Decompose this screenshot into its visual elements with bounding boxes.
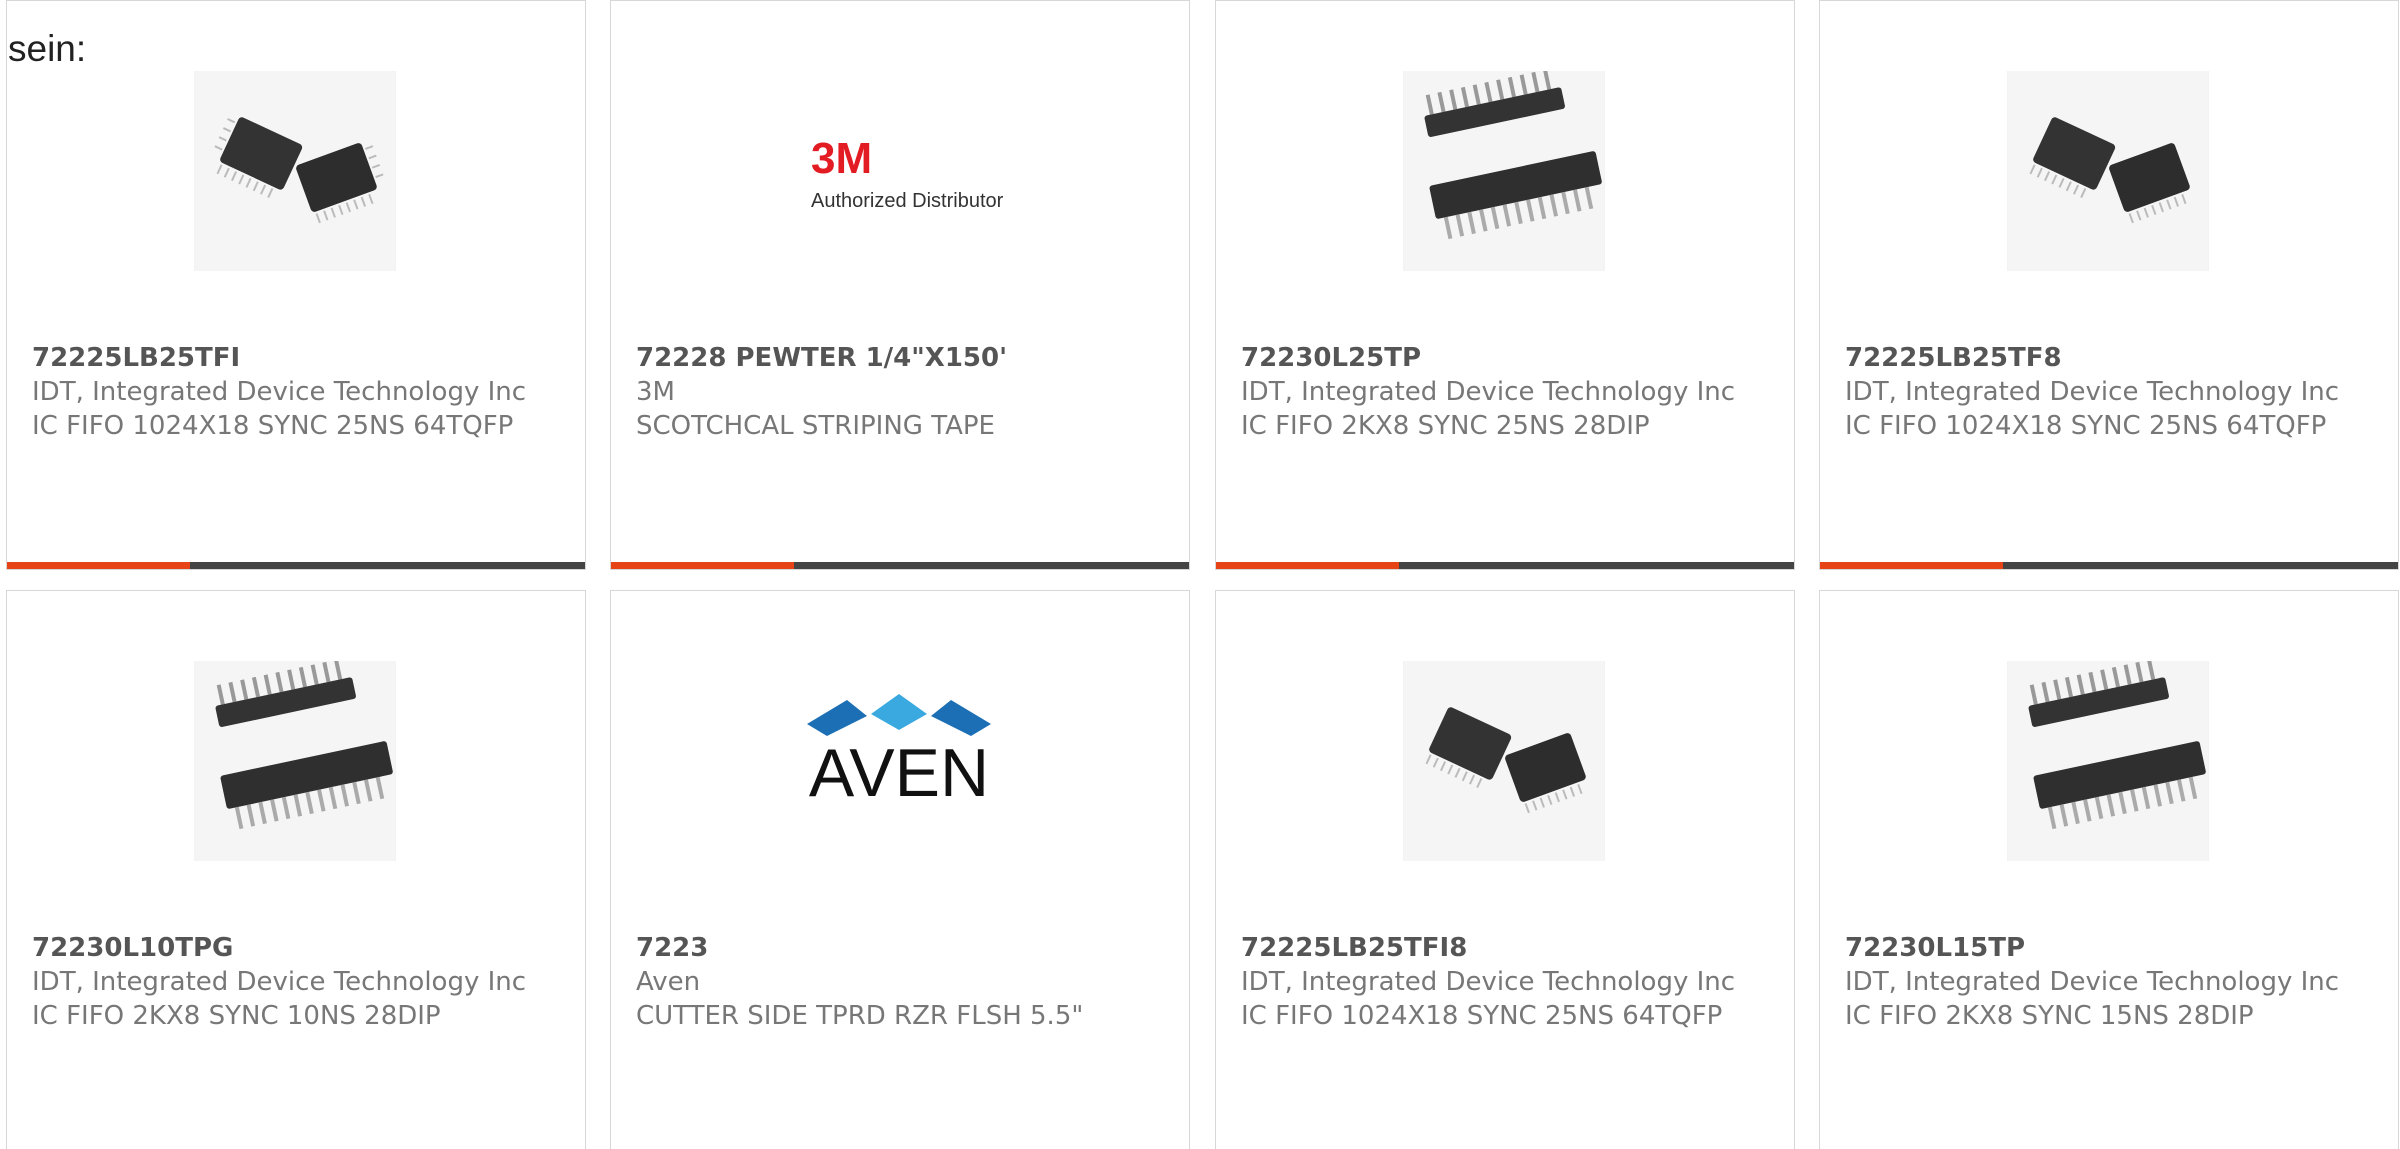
- manufacturer: IDT, Integrated Device Technology Inc: [32, 377, 527, 407]
- intro-text: sein:: [8, 28, 87, 69]
- description: CUTTER SIDE TPRD RZR FLSH 5.5": [636, 1001, 1084, 1031]
- manufacturer: 3M: [636, 377, 675, 407]
- product-card[interactable]: 72230L10TPG IDT, Integrated Device Techn…: [6, 590, 586, 1149]
- dip-chip-image: [1403, 71, 1605, 271]
- description: IC FIFO 1024X18 SYNC 25NS 64TQFP: [1845, 411, 2327, 441]
- description: IC FIFO 1024X18 SYNC 25NS 64TQFP: [1241, 1001, 1723, 1031]
- manufacturer: IDT, Integrated Device Technology Inc: [1241, 967, 1736, 997]
- description: IC FIFO 2KX8 SYNC 10NS 28DIP: [32, 1001, 441, 1031]
- aven-logo: AVEN: [787, 686, 1011, 811]
- manufacturer: IDT, Integrated Device Technology Inc: [32, 967, 527, 997]
- description: SCOTCHCAL STRIPING TAPE: [636, 411, 995, 441]
- dip-chip-image: [2007, 661, 2209, 861]
- part-number[interactable]: 72225LB25TF8: [1845, 341, 2373, 375]
- product-card[interactable]: 3M Authorized Distributor 72228 PEWTER 1…: [610, 0, 1190, 570]
- card-accent-bar: [1820, 562, 2398, 569]
- description: IC FIFO 2KX8 SYNC 15NS 28DIP: [1845, 1001, 2254, 1031]
- description: IC FIFO 2KX8 SYNC 25NS 28DIP: [1241, 411, 1650, 441]
- description: IC FIFO 1024X18 SYNC 25NS 64TQFP: [32, 411, 514, 441]
- manufacturer: IDT, Integrated Device Technology Inc: [1845, 377, 2340, 407]
- product-card[interactable]: 72230L25TP IDT, Integrated Device Techno…: [1215, 0, 1795, 570]
- qfp-chip-image: [1403, 661, 1605, 861]
- 3m-logo: 3M Authorized Distributor: [787, 129, 1011, 221]
- svg-text:AVEN: AVEN: [809, 735, 989, 806]
- product-card[interactable]: 72225LB25TF8 IDT, Integrated Device Tech…: [1819, 0, 2399, 570]
- qfp-chip-image: [194, 71, 396, 271]
- part-number[interactable]: 72230L15TP: [1845, 931, 2373, 965]
- svg-text:3M: 3M: [811, 134, 872, 183]
- product-card[interactable]: 72225LB25TFI8 IDT, Integrated Device Tec…: [1215, 590, 1795, 1149]
- card-accent-bar: [7, 562, 585, 569]
- part-number[interactable]: 72225LB25TFI8: [1241, 931, 1769, 965]
- dip-chip-image: [194, 661, 396, 861]
- product-card[interactable]: 72230L15TP IDT, Integrated Device Techno…: [1819, 590, 2399, 1149]
- part-number[interactable]: 72225LB25TFI: [32, 341, 560, 375]
- manufacturer: Aven: [636, 967, 701, 997]
- card-accent-bar: [1216, 562, 1794, 569]
- qfp-chip-image: [2007, 71, 2209, 271]
- part-number[interactable]: 7223: [636, 931, 1164, 965]
- manufacturer: IDT, Integrated Device Technology Inc: [1845, 967, 2340, 997]
- part-number[interactable]: 72230L10TPG: [32, 931, 560, 965]
- part-number[interactable]: 72228 PEWTER 1/4"X150': [636, 341, 1164, 375]
- card-accent-bar: [611, 562, 1189, 569]
- product-card[interactable]: 72225LB25TFI IDT, Integrated Device Tech…: [6, 0, 586, 570]
- manufacturer: IDT, Integrated Device Technology Inc: [1241, 377, 1736, 407]
- part-number[interactable]: 72230L25TP: [1241, 341, 1769, 375]
- product-card[interactable]: AVEN 7223 Aven CUTTER SIDE TPRD RZR FLSH…: [610, 590, 1190, 1149]
- svg-text:Authorized Distributor: Authorized Distributor: [811, 190, 1004, 212]
